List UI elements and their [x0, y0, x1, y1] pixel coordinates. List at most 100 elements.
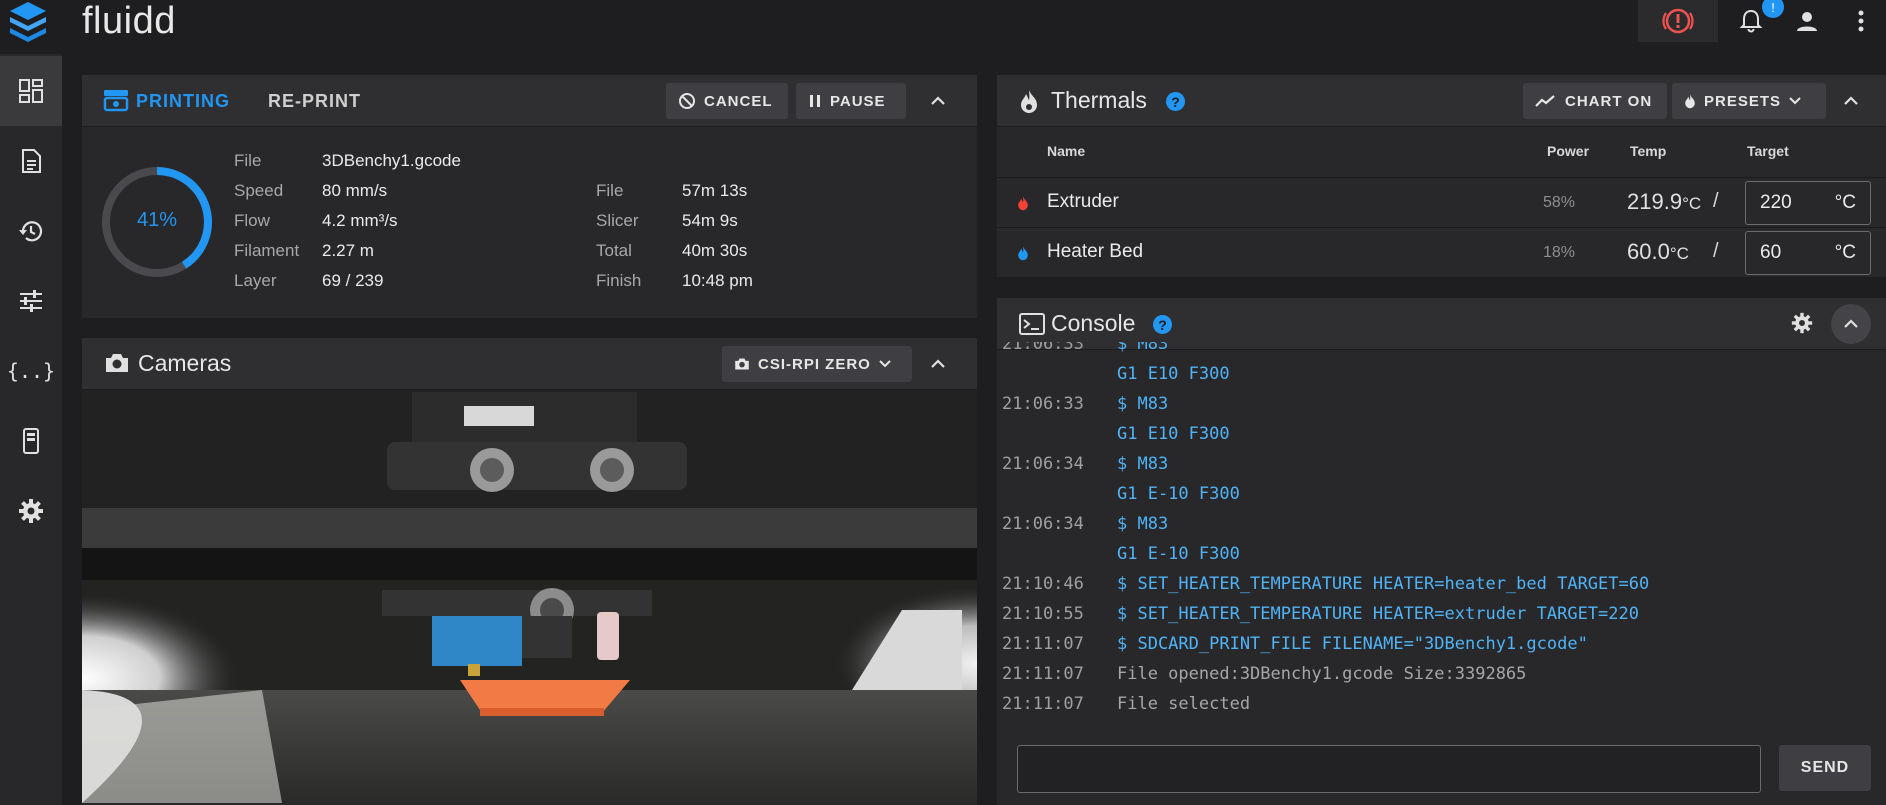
- chart-toggle-label: CHART ON: [1565, 92, 1653, 110]
- cancel-button[interactable]: CANCEL: [666, 83, 788, 119]
- line-command[interactable]: G1 E-10 F300: [1117, 484, 1240, 504]
- cameras-card: Cameras CSI-RPI ZERO: [82, 338, 977, 805]
- camera-icon: [735, 358, 749, 370]
- line-timestamp: 21:06:33: [1002, 394, 1084, 414]
- detail-label: Flow: [234, 211, 270, 230]
- line-timestamp: 21:10:55: [1002, 604, 1084, 624]
- collapse-thermals-button[interactable]: [1837, 87, 1865, 115]
- user-button[interactable]: [1792, 6, 1822, 36]
- camera-icon: [106, 354, 128, 372]
- console-card: Console ? 21:06:33 $ M83 G1 E10 F300 21:0…: [997, 298, 1886, 805]
- presets-button[interactable]: PRESETS: [1672, 83, 1826, 119]
- time-value: 10:48 pm: [682, 271, 753, 290]
- line-command[interactable]: $ M83: [1117, 514, 1168, 534]
- console-settings-button[interactable]: [1789, 310, 1815, 336]
- send-button[interactable]: SEND: [1779, 745, 1871, 791]
- console-command-input[interactable]: [1017, 745, 1761, 793]
- tab-reprint[interactable]: RE-PRINT: [268, 91, 361, 112]
- more-menu-button[interactable]: [1846, 6, 1876, 36]
- emergency-stop-icon: [1662, 8, 1694, 34]
- status-card: PRINTING RE-PRINT CANCEL PAUSE 41% File: [82, 75, 977, 318]
- detail-value: 4.2 mm³/s: [322, 211, 398, 230]
- cancel-label: CANCEL: [704, 92, 773, 110]
- chevron-up-icon: [931, 359, 945, 368]
- nav-dashboard[interactable]: [0, 56, 62, 126]
- target-value: 60: [1760, 242, 1782, 263]
- line-command[interactable]: G1 E-10 F300: [1117, 544, 1240, 564]
- cameras-card-header: Cameras CSI-RPI ZERO: [82, 338, 977, 390]
- heater-temp: 219.9°C: [1627, 189, 1701, 215]
- nav-jobs[interactable]: [0, 126, 62, 196]
- temp-separator: /: [1713, 240, 1719, 262]
- pause-button[interactable]: PAUSE: [796, 83, 906, 119]
- extruder-target-input[interactable]: 220 °C: [1745, 181, 1871, 225]
- target-unit: °C: [1834, 242, 1856, 263]
- time-label: Total: [596, 241, 632, 260]
- tab-printing[interactable]: PRINTING: [136, 91, 230, 112]
- heater-name: Heater Bed: [1047, 241, 1144, 262]
- line-command[interactable]: $ M83: [1117, 394, 1168, 414]
- console-help-icon[interactable]: ?: [1153, 315, 1172, 334]
- console-icon: [1019, 313, 1045, 335]
- emergency-stop-button[interactable]: [1638, 0, 1718, 42]
- bed-target-input[interactable]: 60 °C: [1745, 231, 1871, 275]
- thermal-row-heater-bed: Heater Bed 18% 60.0 °C / 60 °C: [997, 227, 1886, 277]
- side-navigation: {..}: [0, 54, 62, 805]
- camera-select-label: CSI-RPI ZERO: [758, 355, 871, 373]
- gear-icon: [1791, 312, 1813, 334]
- cancel-icon: [679, 93, 695, 109]
- chevron-up-icon: [931, 96, 945, 105]
- time-value: 54m 9s: [682, 211, 738, 230]
- pause-label: PAUSE: [830, 92, 886, 110]
- camera-select-button[interactable]: CSI-RPI ZERO: [722, 346, 912, 382]
- line-command[interactable]: G1 E10 F300: [1117, 364, 1230, 384]
- heater-temp-value: 60.0: [1627, 239, 1670, 264]
- line-command[interactable]: $ M83: [1117, 342, 1168, 354]
- nav-system[interactable]: [0, 406, 62, 476]
- nav-tune[interactable]: [0, 266, 62, 336]
- line-command[interactable]: $ SET_HEATER_TEMPERATURE HEATER=heater_b…: [1117, 574, 1649, 594]
- collapse-cameras-button[interactable]: [924, 350, 952, 378]
- line-timestamp: 21:06:34: [1002, 514, 1084, 534]
- notification-badge: !: [1762, 0, 1784, 18]
- console-log[interactable]: 21:06:33 $ M83 G1 E10 F300 21:06:33 $ M83 …: [997, 342, 1886, 722]
- heater-power: 18%: [1543, 244, 1576, 261]
- detail-label: Speed: [234, 181, 284, 200]
- status-card-header: PRINTING RE-PRINT CANCEL PAUSE: [82, 75, 977, 127]
- thermals-title: Thermals: [1051, 87, 1147, 113]
- line-command[interactable]: $ M83: [1117, 454, 1168, 474]
- detail-value: 2.27 m: [322, 241, 374, 260]
- thermal-row-extruder: Extruder 58% 219.9°C / 220 °C: [997, 177, 1886, 227]
- top-bar: fluidd !: [0, 0, 1886, 54]
- chart-toggle-button[interactable]: CHART ON: [1523, 83, 1667, 119]
- line-command[interactable]: $ SDCARD_PRINT_FILE FILENAME="3DBenchy1.…: [1117, 634, 1588, 654]
- chevron-up-icon: [1844, 96, 1858, 105]
- time-value: 57m 13s: [682, 181, 748, 200]
- detail-value: 69 / 239: [322, 271, 384, 290]
- fire-icon: [1021, 90, 1037, 113]
- nav-macros[interactable]: {..}: [0, 336, 62, 406]
- line-timestamp: 21:11:07: [1002, 634, 1084, 654]
- tune-icon: [20, 290, 42, 312]
- line-response: File selected: [1117, 694, 1251, 714]
- notifications-button[interactable]: [1736, 6, 1766, 36]
- temp-separator: /: [1713, 190, 1719, 212]
- detail-value: 80 mm/s: [322, 181, 388, 200]
- bell-icon: [1739, 9, 1763, 33]
- gear-icon: [19, 499, 43, 523]
- line-command[interactable]: $ SET_HEATER_TEMPERATURE HEATER=extruder…: [1117, 604, 1639, 624]
- collapse-status-button[interactable]: [924, 87, 952, 115]
- line-command[interactable]: G1 E10 F300: [1117, 424, 1230, 444]
- history-icon: [19, 221, 43, 242]
- nav-history[interactable]: [0, 196, 62, 266]
- line-timestamp: 21:06:33: [1002, 342, 1084, 354]
- cameras-title: Cameras: [138, 350, 232, 376]
- target-unit: °C: [1834, 192, 1856, 213]
- fluidd-logo-icon[interactable]: [8, 0, 48, 44]
- nav-settings[interactable]: [0, 476, 62, 546]
- column-header-target: Target: [1747, 143, 1789, 159]
- collapse-console-button[interactable]: [1831, 304, 1871, 344]
- camera-stream[interactable]: [82, 390, 977, 803]
- time-label: Slicer: [596, 211, 639, 230]
- thermals-help-icon[interactable]: ?: [1166, 92, 1185, 111]
